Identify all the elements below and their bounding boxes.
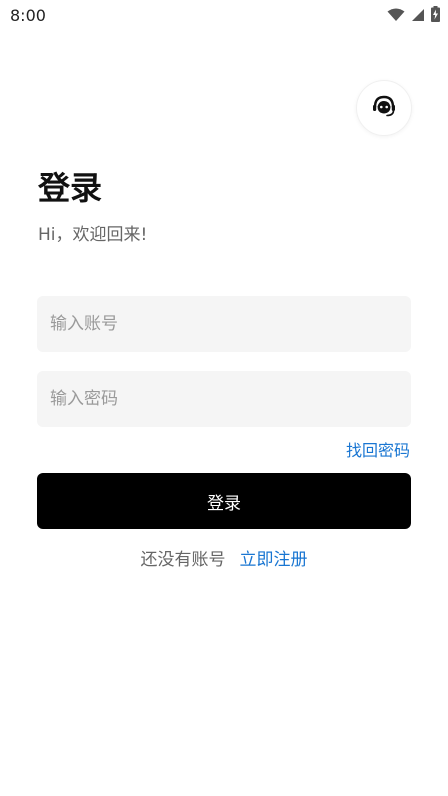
page-title: 登录 — [38, 169, 103, 207]
account-input[interactable] — [37, 296, 411, 352]
register-row: 还没有账号 立即注册 — [0, 549, 448, 571]
welcome-subtitle: Hi，欢迎回来! — [38, 225, 148, 245]
customer-service-headset-icon — [371, 94, 397, 122]
password-input[interactable] — [37, 371, 411, 427]
status-time: 8:00 — [10, 6, 46, 25]
login-button[interactable]: 登录 — [37, 473, 411, 529]
signal-icon — [411, 7, 425, 26]
account-field-container — [37, 296, 411, 352]
password-field-container — [37, 371, 411, 427]
customer-service-button[interactable] — [356, 80, 412, 136]
no-account-text: 还没有账号 — [140, 550, 226, 570]
register-link[interactable]: 立即注册 — [240, 550, 308, 570]
wifi-icon — [387, 7, 405, 26]
battery-charging-icon — [431, 6, 440, 26]
status-icons — [387, 6, 440, 26]
forgot-password-link[interactable]: 找回密码 — [346, 440, 410, 462]
login-screen: 8:00 登录 Hi，欢迎回来! 输入账号 找回密码 登录 还没有账号 立即注册 — [0, 0, 448, 796]
status-bar: 8:00 — [0, 0, 448, 30]
